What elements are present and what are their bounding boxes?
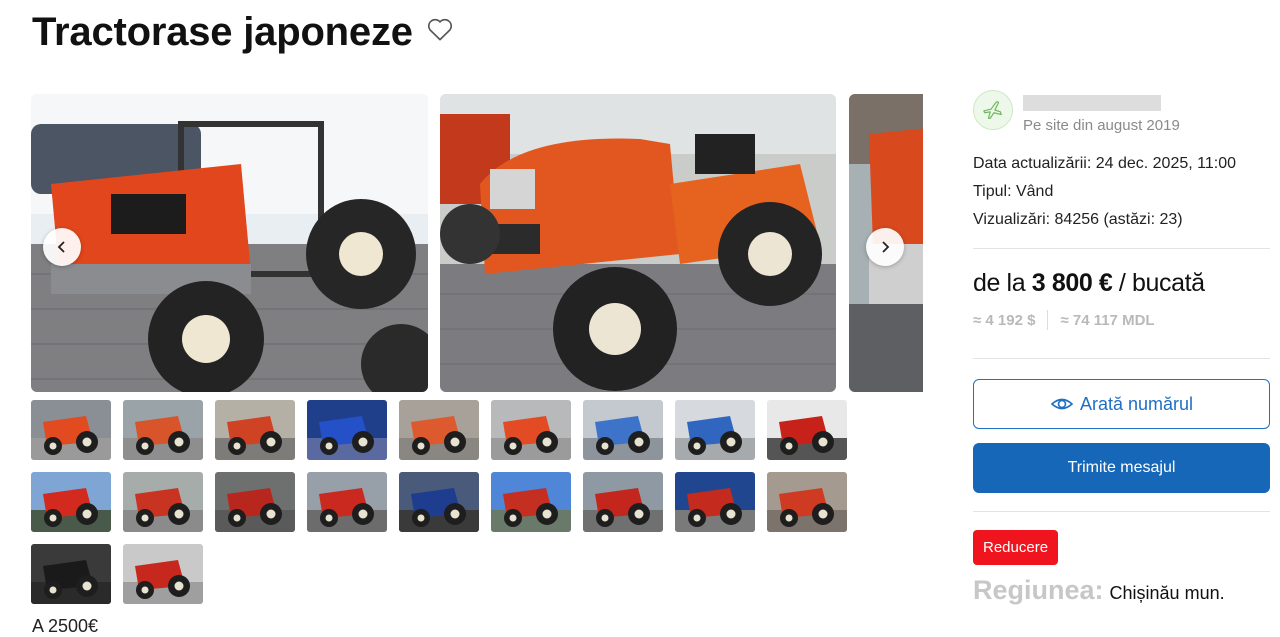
gallery-thumbnail[interactable]: [491, 472, 571, 532]
gallery-photo-1[interactable]: [31, 94, 428, 392]
divider: [1047, 310, 1049, 330]
price: de la 3 800 € / bucată: [973, 269, 1270, 298]
gallery-thumbnail[interactable]: [399, 400, 479, 460]
region: Regiunea: Chișinău mun.: [973, 575, 1270, 606]
heart-icon[interactable]: [425, 14, 455, 44]
gallery-thumbnail[interactable]: [215, 472, 295, 532]
gallery-thumbnail[interactable]: [583, 472, 663, 532]
gallery-thumbnail[interactable]: [675, 400, 755, 460]
price-conversions: ≈ 4 192 $ ≈ 74 117 MDL: [973, 310, 1270, 330]
title-row: Tractorase japoneze: [32, 10, 455, 54]
divider: [973, 511, 1270, 512]
gallery-thumbnail[interactable]: [675, 472, 755, 532]
chevron-left-icon: [57, 241, 65, 253]
divider: [973, 358, 1270, 359]
price-unit: / bucată: [1112, 269, 1205, 297]
gallery-thumbnail[interactable]: [31, 544, 111, 604]
gallery-thumbnail[interactable]: [307, 400, 387, 460]
gallery-thumbnail[interactable]: [399, 472, 479, 532]
gallery-thumbnail[interactable]: [583, 400, 663, 460]
gallery-next-button[interactable]: [866, 228, 904, 266]
gallery-thumbnail[interactable]: [491, 400, 571, 460]
gallery-thumbnail[interactable]: [215, 400, 295, 460]
seller-block: Pe site din august 2019: [973, 90, 1270, 134]
gallery-thumbnail[interactable]: [307, 472, 387, 532]
send-message-button[interactable]: Trimite mesajul: [973, 443, 1270, 493]
gallery-thumbnail[interactable]: [31, 472, 111, 532]
gallery-thumbnail[interactable]: [31, 400, 111, 460]
gallery-thumbnail[interactable]: [767, 472, 847, 532]
gallery-thumbnail[interactable]: [767, 400, 847, 460]
gallery-thumbnail[interactable]: [123, 472, 203, 532]
chevron-right-icon: [882, 241, 890, 253]
seller-name-placeholder[interactable]: [1023, 95, 1161, 111]
discount-badge: Reducere: [973, 530, 1059, 565]
member-since: Pe site din august 2019: [1023, 117, 1180, 134]
gallery-prev-button[interactable]: [43, 228, 81, 266]
updated-date: Data actualizării: 24 dec. 2025, 11:00: [973, 155, 1236, 172]
region-value: Chișinău mun.: [1109, 583, 1225, 603]
eye-icon: [1050, 398, 1074, 410]
divider: [973, 248, 1270, 249]
show-number-button[interactable]: Arată numărul: [973, 379, 1270, 429]
gallery-thumbnail[interactable]: [123, 400, 203, 460]
region-label: Regiunea:: [973, 575, 1104, 605]
page-title: Tractorase japoneze: [32, 10, 413, 54]
gallery-thumbnail[interactable]: [123, 544, 203, 604]
price-mdl: ≈ 74 117 MDL: [1060, 311, 1155, 329]
airplane-icon: [983, 101, 1002, 119]
description-text: A 2500€: [32, 616, 99, 636]
gallery-photo-2[interactable]: [440, 94, 836, 392]
show-number-label: Arată numărul: [1079, 393, 1194, 414]
seller-panel: Pe site din august 2019 Data actualizări…: [973, 90, 1270, 606]
price-amount: 3 800 €: [1031, 269, 1113, 297]
avatar[interactable]: [973, 90, 1013, 130]
listing-meta: Data actualizării: 24 dec. 2025, 11:00 T…: [973, 150, 1270, 234]
price-prefix: de la: [973, 269, 1032, 297]
photo-gallery: [31, 94, 923, 392]
view-count: Vizualizări: 84256 (astăzi: 23): [973, 211, 1183, 228]
listing-type: Tipul: Vând: [973, 183, 1054, 200]
price-usd: ≈ 4 192 $: [973, 311, 1036, 329]
